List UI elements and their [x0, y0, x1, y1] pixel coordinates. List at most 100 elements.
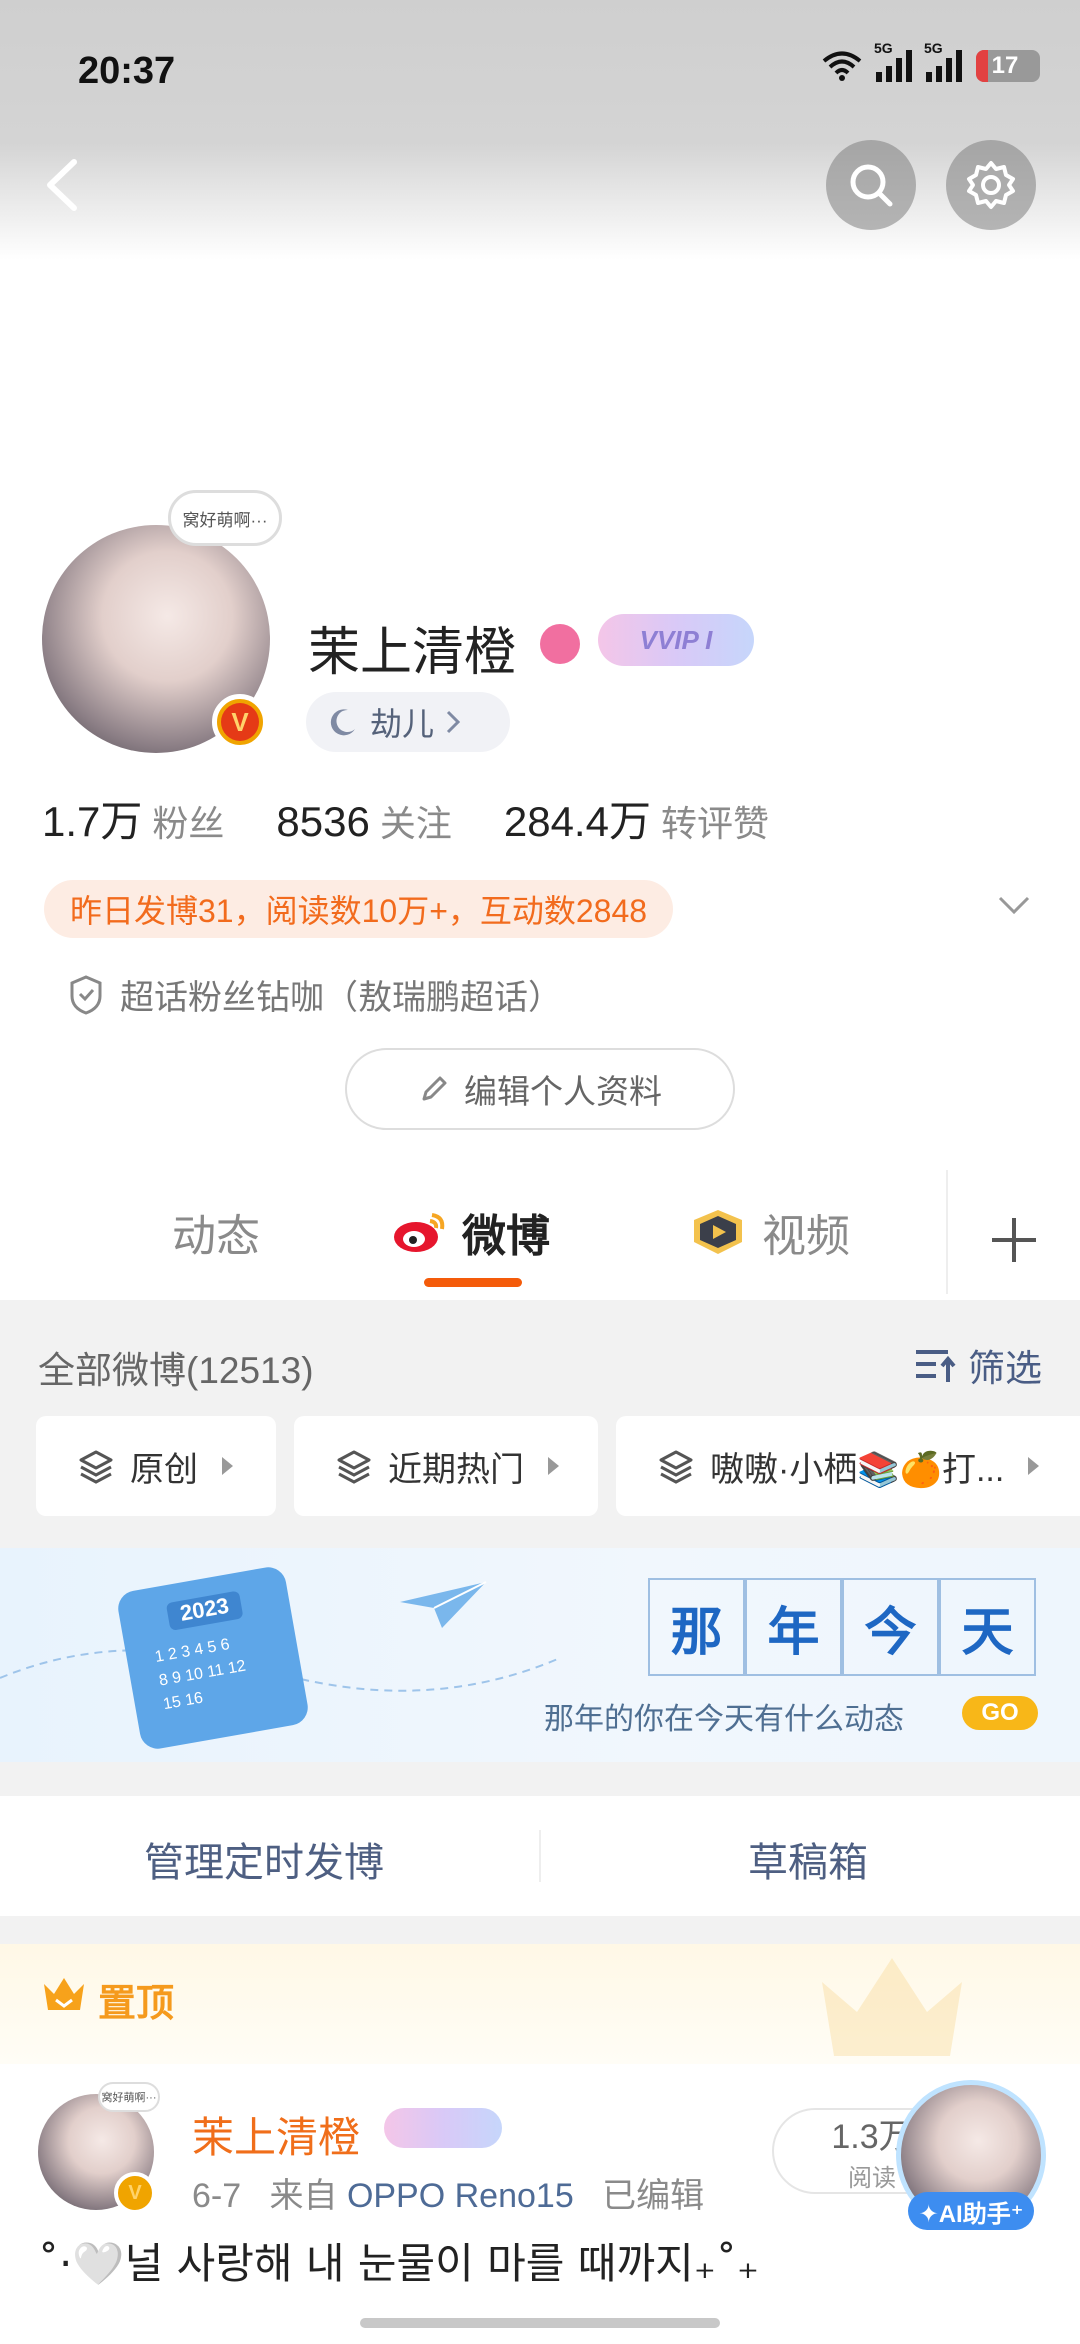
all-weibo-count: 全部微博(12513) — [38, 1350, 314, 1391]
tab-video-label: 视频 — [762, 1212, 850, 1261]
pinned-label: 置顶 — [98, 1983, 175, 2025]
scheduled-posts-button[interactable]: 管理定时发博 — [144, 1830, 384, 1888]
profile-tag-label: 劫儿 — [370, 706, 435, 742]
back-button[interactable] — [34, 150, 94, 220]
chip-original[interactable]: 原创 — [36, 1416, 276, 1516]
manage-row: 管理定时发博 草稿箱 — [0, 1796, 1080, 1916]
paper-plane-icon — [400, 1581, 487, 1628]
banner-title-char: 天 — [939, 1578, 1036, 1676]
chevron-left-icon — [47, 159, 77, 211]
profile-stats: 1.7万 粉丝 8536 关注 284.4万 转评赞 — [42, 788, 821, 849]
edit-profile-label: 编辑个人资料 — [464, 1073, 662, 1110]
banner-title-char: 今 — [842, 1578, 939, 1676]
profile-name: 茉上清橙 — [308, 624, 517, 682]
gear-icon — [967, 161, 1015, 209]
post-from: 来自 — [269, 2177, 338, 2215]
profile-tabs: 动态 微博 视频 — [0, 1170, 1080, 1300]
pinned-header: 置顶 — [0, 1944, 1080, 2064]
caret-right-icon — [1028, 1457, 1040, 1475]
wifi-icon — [822, 51, 862, 81]
search-button[interactable] — [826, 140, 916, 230]
vip-badge[interactable]: VVIP I — [598, 614, 754, 666]
caret-right-icon — [548, 1457, 559, 1475]
shield-icon — [70, 974, 102, 1015]
add-tab-button[interactable] — [984, 1210, 1044, 1270]
tab-divider — [946, 1170, 948, 1294]
filter-icon — [916, 1350, 956, 1382]
edit-profile-button[interactable]: 编辑个人资料 — [345, 1048, 735, 1130]
expand-button[interactable] — [996, 892, 1032, 920]
moon-icon — [330, 709, 355, 736]
chip-collection[interactable]: 嗷嗷·小栖📚🍊打... — [616, 1416, 1080, 1516]
signal-icon-2: 5G — [924, 40, 962, 82]
chip-recent-hot[interactable]: 近期热门 — [294, 1416, 598, 1516]
chip-collection-label: 嗷嗷·小栖📚🍊打... — [710, 1450, 1005, 1489]
ai-helper-label[interactable]: ✦AI助手⁺ — [908, 2192, 1034, 2230]
manage-divider — [539, 1830, 541, 1882]
read-label: 阅读 — [848, 2165, 896, 2192]
tab-dynamics[interactable]: 动态 — [172, 1200, 260, 1264]
caret-right-icon — [222, 1457, 233, 1475]
status-icons: 5G 5G 17 — [822, 40, 1040, 82]
search-icon — [850, 164, 893, 207]
status-bar: 20:37 5G 5G 17 — [0, 0, 1080, 140]
following-label[interactable]: 关注 — [380, 795, 452, 847]
post-date: 6-7 — [192, 2177, 242, 2215]
active-tab-indicator — [424, 1278, 522, 1287]
tab-weibo[interactable]: 微博 — [392, 1200, 550, 1264]
post-device[interactable]: OPPO Reno15 — [347, 2177, 574, 2215]
layers-icon — [659, 1450, 693, 1484]
chip-original-label: 原创 — [130, 1450, 198, 1489]
female-icon — [540, 624, 580, 664]
post-meta: 6-7 来自 OPPO Reno15 已编辑 — [192, 2168, 704, 2217]
crown-watermark-icon — [822, 1958, 962, 2056]
home-indicator[interactable] — [360, 2318, 720, 2328]
tab-video[interactable]: 视频 — [688, 1200, 850, 1264]
fans-count[interactable]: 1.7万 — [42, 788, 142, 849]
banner-subtitle: 那年的你在今天有什么动态 — [544, 1702, 904, 1737]
chevron-down-icon — [998, 896, 1030, 915]
signal-icon: 5G — [874, 40, 912, 82]
crown-icon — [44, 1978, 84, 2010]
clock: 20:37 — [78, 50, 176, 92]
banner-title-char: 年 — [745, 1578, 842, 1676]
battery-icon: 17 — [976, 50, 1040, 82]
banner-title: 那 年 今 天 — [648, 1578, 1036, 1676]
settings-button[interactable] — [946, 140, 1036, 230]
activity-summary[interactable]: 昨日发博31，阅读数10万+，互动数2848 — [44, 880, 674, 938]
layers-icon — [337, 1450, 371, 1484]
chevron-right-icon — [446, 710, 461, 734]
vip-badge — [384, 2108, 502, 2148]
avatar-thought-bubble: 窝好萌啊··· — [168, 490, 282, 546]
post-avatar-bubble: 窝好萌啊··· — [98, 2082, 160, 2112]
likes-label[interactable]: 转评赞 — [661, 795, 769, 847]
go-button[interactable]: GO — [962, 1696, 1038, 1730]
super-topic-label: 超话粉丝钻咖（敖瑞鹏超话） — [120, 979, 562, 1017]
likes-count[interactable]: 284.4万 — [504, 788, 651, 849]
following-count[interactable]: 8536 — [276, 798, 369, 846]
calendar-days: 1 2 3 4 5 68 9 10 11 12 15 16 — [153, 1636, 248, 1714]
chip-recent-hot-label: 近期热门 — [388, 1450, 524, 1489]
filter-label: 筛选 — [968, 1348, 1042, 1389]
calendar-icon: 2023 1 2 3 4 5 68 9 10 11 12 15 16 — [115, 1564, 311, 1752]
banner-title-char: 那 — [648, 1578, 745, 1676]
verified-badge: V — [212, 694, 268, 750]
pencil-icon — [422, 1076, 447, 1101]
tab-dynamics-label: 动态 — [172, 1212, 260, 1261]
weibo-logo-icon — [394, 1213, 445, 1252]
fans-label[interactable]: 粉丝 — [152, 795, 224, 847]
post-text: ˚·🤍널 사랑해 내 눈물이 마를 때까지₊˚₊ — [38, 2239, 760, 2288]
filter-button[interactable]: 筛选 — [914, 1338, 1042, 1392]
tab-weibo-label: 微博 — [462, 1212, 550, 1261]
layers-icon — [79, 1450, 113, 1484]
profile-tag[interactable]: 劫儿 — [306, 692, 510, 752]
post-edited: 已编辑 — [602, 2177, 705, 2215]
drafts-button[interactable]: 草稿箱 — [748, 1830, 868, 1888]
calendar-year: 2023 — [165, 1590, 244, 1631]
super-topic-row[interactable]: 超话粉丝钻咖（敖瑞鹏超话） — [68, 970, 562, 1019]
memories-banner[interactable]: 2023 1 2 3 4 5 68 9 10 11 12 15 16 那 年 今 … — [0, 1548, 1080, 1762]
plus-icon — [992, 1218, 1036, 1262]
verified-badge: V — [114, 2172, 156, 2214]
post-author-name[interactable]: 茉上清橙 — [192, 2104, 360, 2165]
video-badge-icon — [694, 1210, 742, 1254]
